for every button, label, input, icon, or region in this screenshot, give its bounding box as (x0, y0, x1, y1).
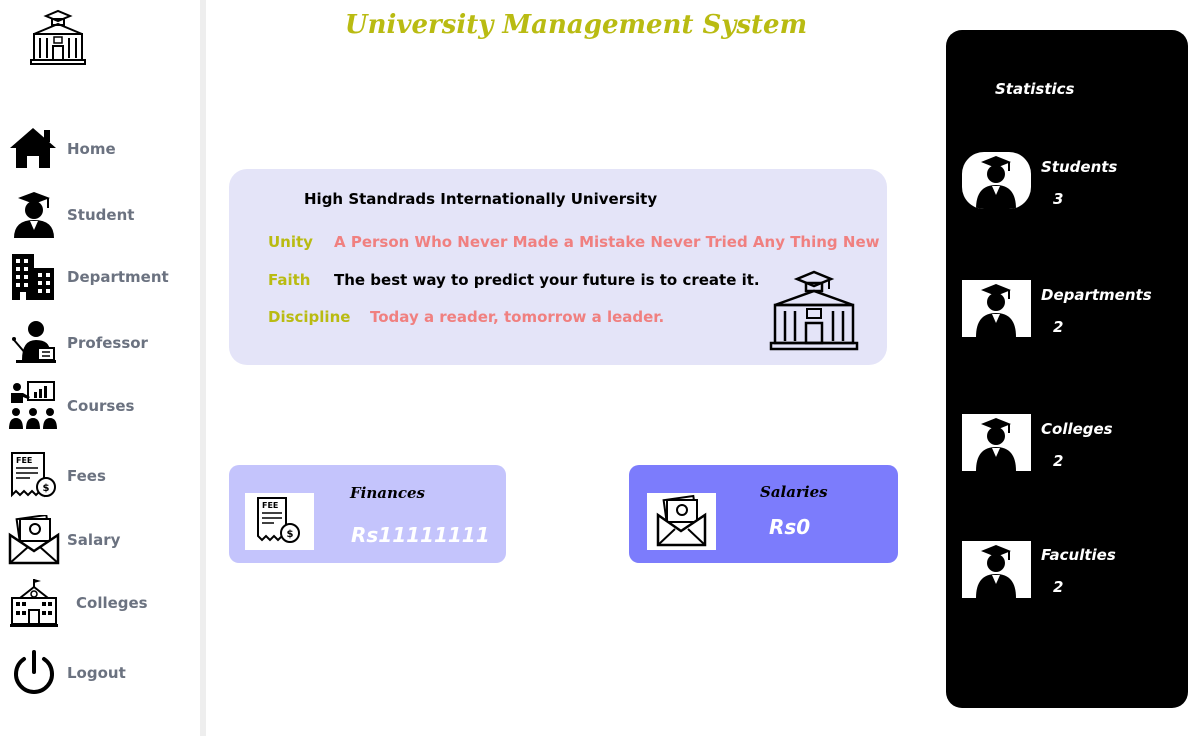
motto-key-unity: Unity (268, 233, 313, 251)
power-icon (14, 650, 54, 694)
stat-value-departments: 2 (1053, 318, 1064, 336)
statistics-panel: Statistics Students 3 Departments 2 Coll… (946, 30, 1188, 708)
sidebar-item-label: Salary (67, 531, 121, 549)
graduate-avatar-icon (962, 152, 1031, 209)
classroom-presentation-icon (9, 381, 57, 429)
finances-card: FEE $ Finances Rs11111111 (229, 465, 506, 563)
sidebar-item-courses[interactable]: Courses (8, 381, 198, 431)
sidebar-item-label: Professor (67, 334, 148, 352)
sidebar-item-label: Home (67, 140, 116, 158)
sidebar-item-label: Courses (67, 397, 135, 415)
student-graduate-icon (14, 192, 54, 238)
graduate-avatar-icon (962, 414, 1031, 471)
finances-title: Finances (350, 484, 425, 502)
sidebar-item-colleges[interactable]: Colleges (8, 578, 198, 628)
sidebar-item-label: Department (67, 268, 169, 286)
fee-receipt-icon: FEE $ (11, 452, 56, 498)
university-building-icon (769, 270, 859, 351)
svg-text:FEE: FEE (16, 456, 32, 465)
sidebar: Home Student Department Professor Course… (0, 0, 200, 736)
sidebar-item-department[interactable]: Department (8, 252, 198, 302)
fee-receipt-icon: FEE $ (257, 497, 300, 543)
stat-value-faculties: 2 (1053, 578, 1064, 596)
motto-key-discipline: Discipline (268, 308, 351, 326)
stat-label-departments: Departments (1041, 286, 1152, 304)
salaries-value: Rs0 (769, 515, 811, 539)
stat-label-students: Students (1041, 158, 1118, 176)
college-building-icon (10, 579, 58, 627)
professor-teaching-icon (12, 321, 56, 363)
university-building-icon (30, 9, 86, 65)
statistics-heading: Statistics (995, 80, 1075, 98)
home-icon (10, 128, 56, 168)
stat-value-students: 3 (1053, 190, 1064, 208)
motto-key-faith: Faith (268, 271, 311, 289)
graduate-avatar-icon (962, 280, 1031, 337)
salaries-icon-box (647, 493, 716, 550)
sidebar-divider (200, 0, 206, 736)
university-name: High Standrads Internationally Universit… (304, 190, 658, 208)
motto-text-unity: A Person Who Never Made a Mistake Never … (334, 233, 880, 251)
stat-label-faculties: Faculties (1041, 546, 1116, 564)
svg-text:FEE: FEE (262, 501, 278, 510)
svg-text:$: $ (43, 483, 50, 494)
stat-label-colleges: Colleges (1041, 420, 1113, 438)
sidebar-item-student[interactable]: Student (8, 190, 198, 240)
finances-value: Rs11111111 (351, 523, 490, 547)
sidebar-item-label: Fees (67, 467, 106, 485)
salaries-title: Salaries (760, 483, 828, 501)
svg-text:$: $ (287, 529, 294, 540)
finances-icon-box: FEE $ (245, 493, 314, 550)
motto-text-discipline: Today a reader, tomorrow a leader. (370, 308, 665, 326)
graduate-avatar-icon (962, 541, 1031, 598)
money-envelope-icon (656, 494, 707, 547)
sidebar-item-label: Colleges (76, 594, 148, 612)
stat-value-colleges: 2 (1053, 452, 1064, 470)
sidebar-item-home[interactable]: Home (8, 124, 198, 174)
office-building-icon (12, 254, 54, 300)
salaries-card: Salaries Rs0 (629, 465, 898, 563)
sidebar-item-professor[interactable]: Professor (8, 318, 198, 368)
motto-text-faith: The best way to predict your future is t… (334, 271, 760, 289)
university-info-card: High Standrads Internationally Universit… (229, 169, 887, 365)
page-title: University Management System (344, 10, 808, 40)
money-envelope-icon (8, 515, 60, 565)
sidebar-item-fees[interactable]: FEE $ Fees (8, 451, 198, 501)
sidebar-item-label: Logout (67, 664, 126, 682)
sidebar-item-logout[interactable]: Logout (8, 648, 198, 698)
sidebar-item-label: Student (67, 206, 135, 224)
sidebar-item-salary[interactable]: Salary (8, 515, 198, 565)
